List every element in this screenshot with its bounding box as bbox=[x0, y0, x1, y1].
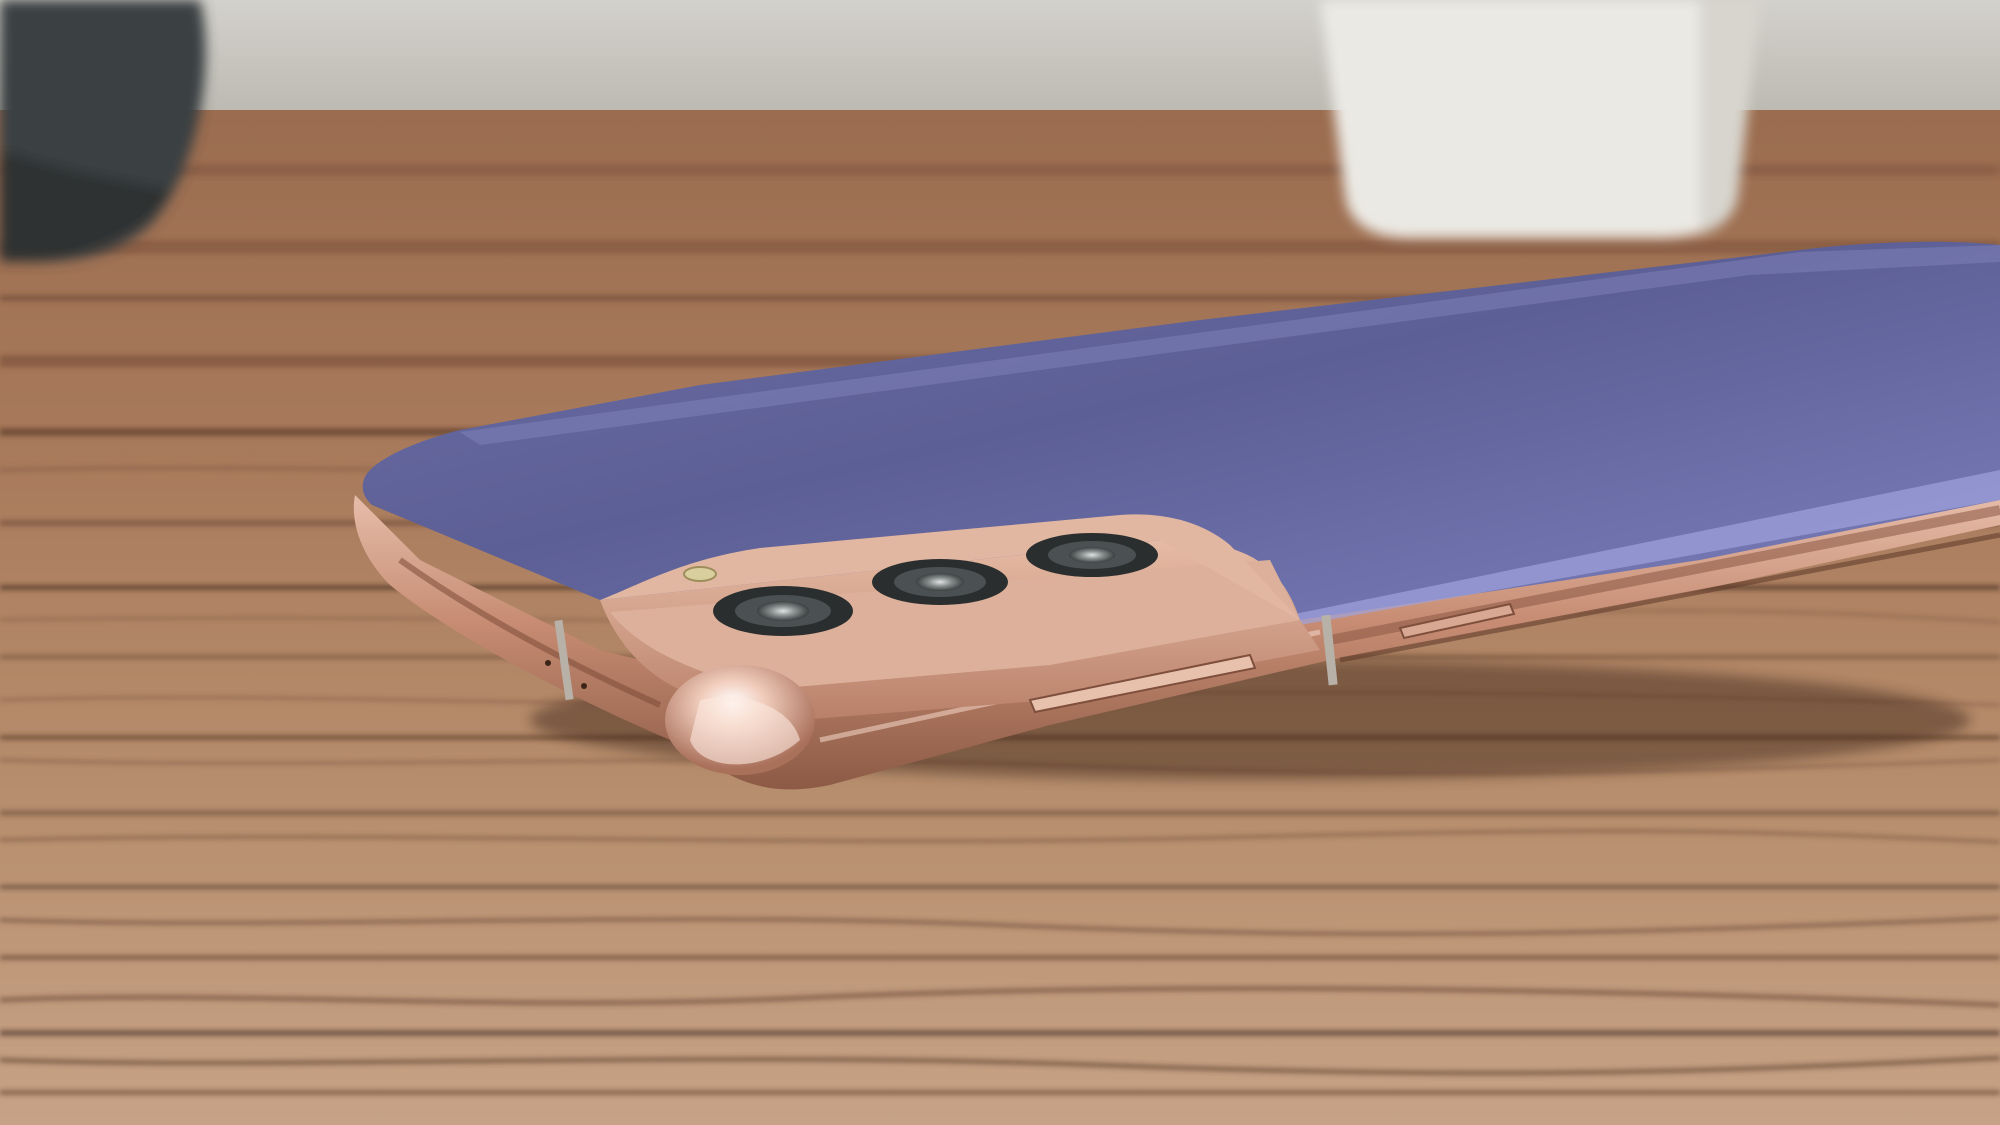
blurred-cup bbox=[1320, 0, 1760, 238]
photo-canvas bbox=[0, 0, 2000, 1125]
microphone-hole bbox=[545, 660, 551, 666]
camera-lens-wide bbox=[713, 586, 853, 636]
microphone-hole bbox=[581, 683, 587, 689]
camera-lens-telephoto bbox=[1026, 533, 1158, 577]
flash-icon bbox=[683, 566, 717, 582]
camera-lens-main bbox=[872, 559, 1008, 605]
photo-scene bbox=[0, 0, 2000, 1125]
